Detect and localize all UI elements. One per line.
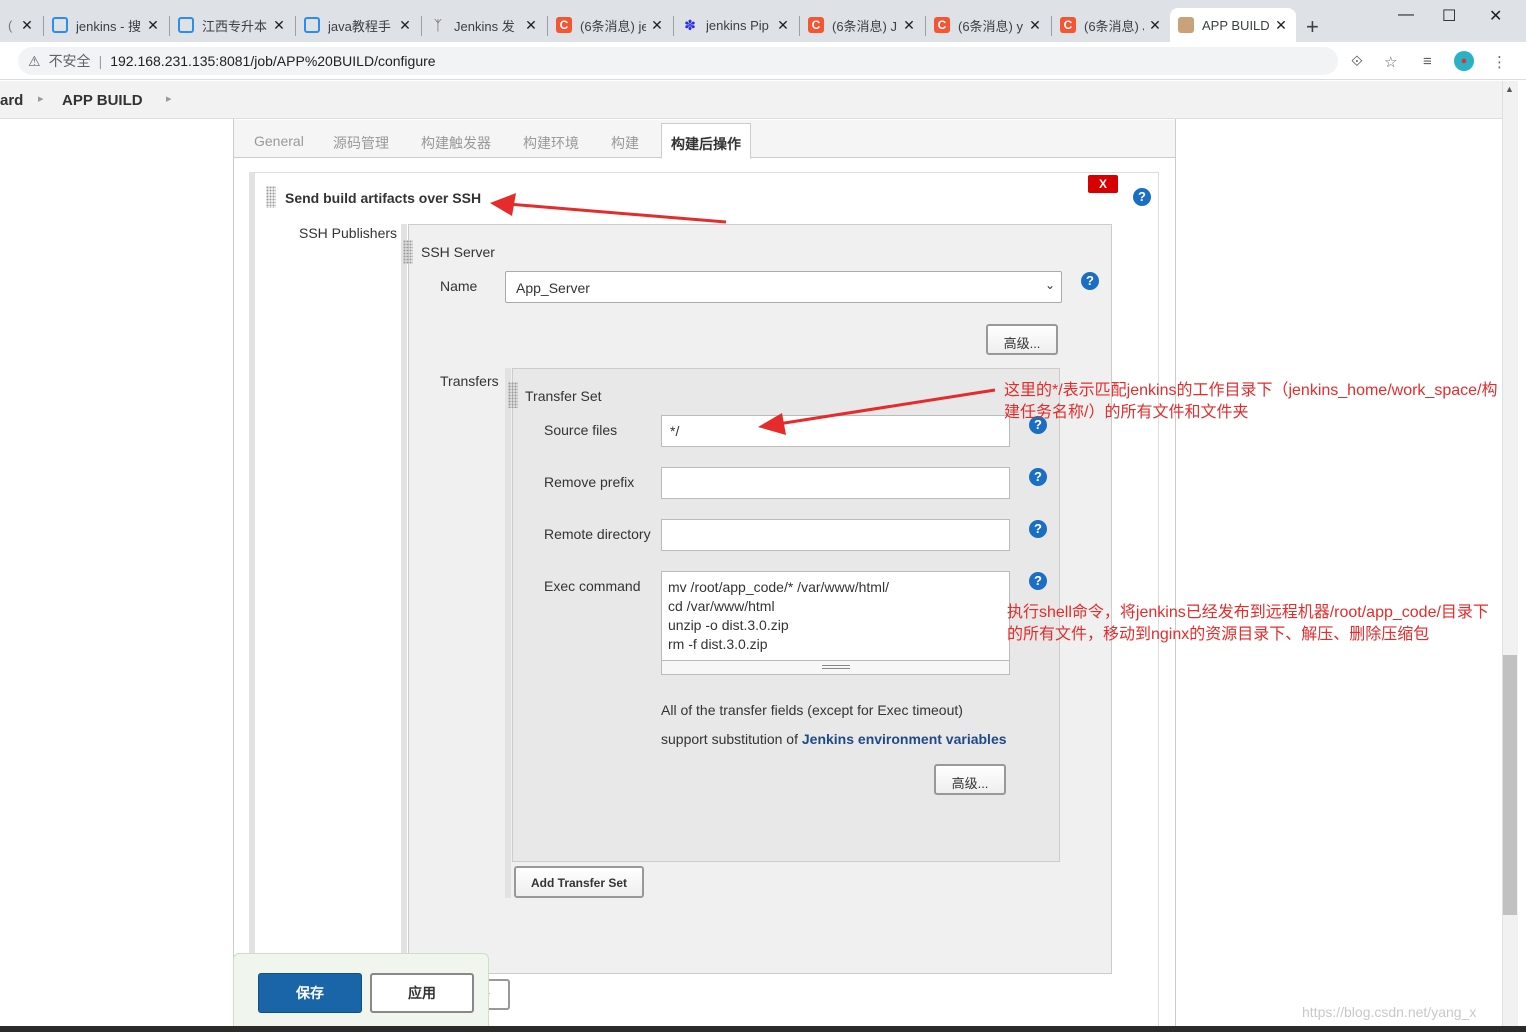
source-files-annotation: 这里的*/表示匹配jenkins的工作目录下（jenkins_home/work… <box>1004 382 1498 421</box>
annotation-arrows <box>490 193 996 435</box>
arrow-to-publisher-title <box>507 202 727 224</box>
arrow-to-source-files <box>777 388 996 426</box>
os-taskbar <box>0 1026 1526 1032</box>
exec-command-annotation: 执行shell命令，将jenkins已经发布到远程机器/root/app_cod… <box>1007 604 1489 643</box>
arrowhead-source <box>758 413 786 435</box>
arrowhead-publisher <box>490 193 516 216</box>
watermark: https://blog.csdn.net/yang_x <box>1302 1004 1477 1020</box>
